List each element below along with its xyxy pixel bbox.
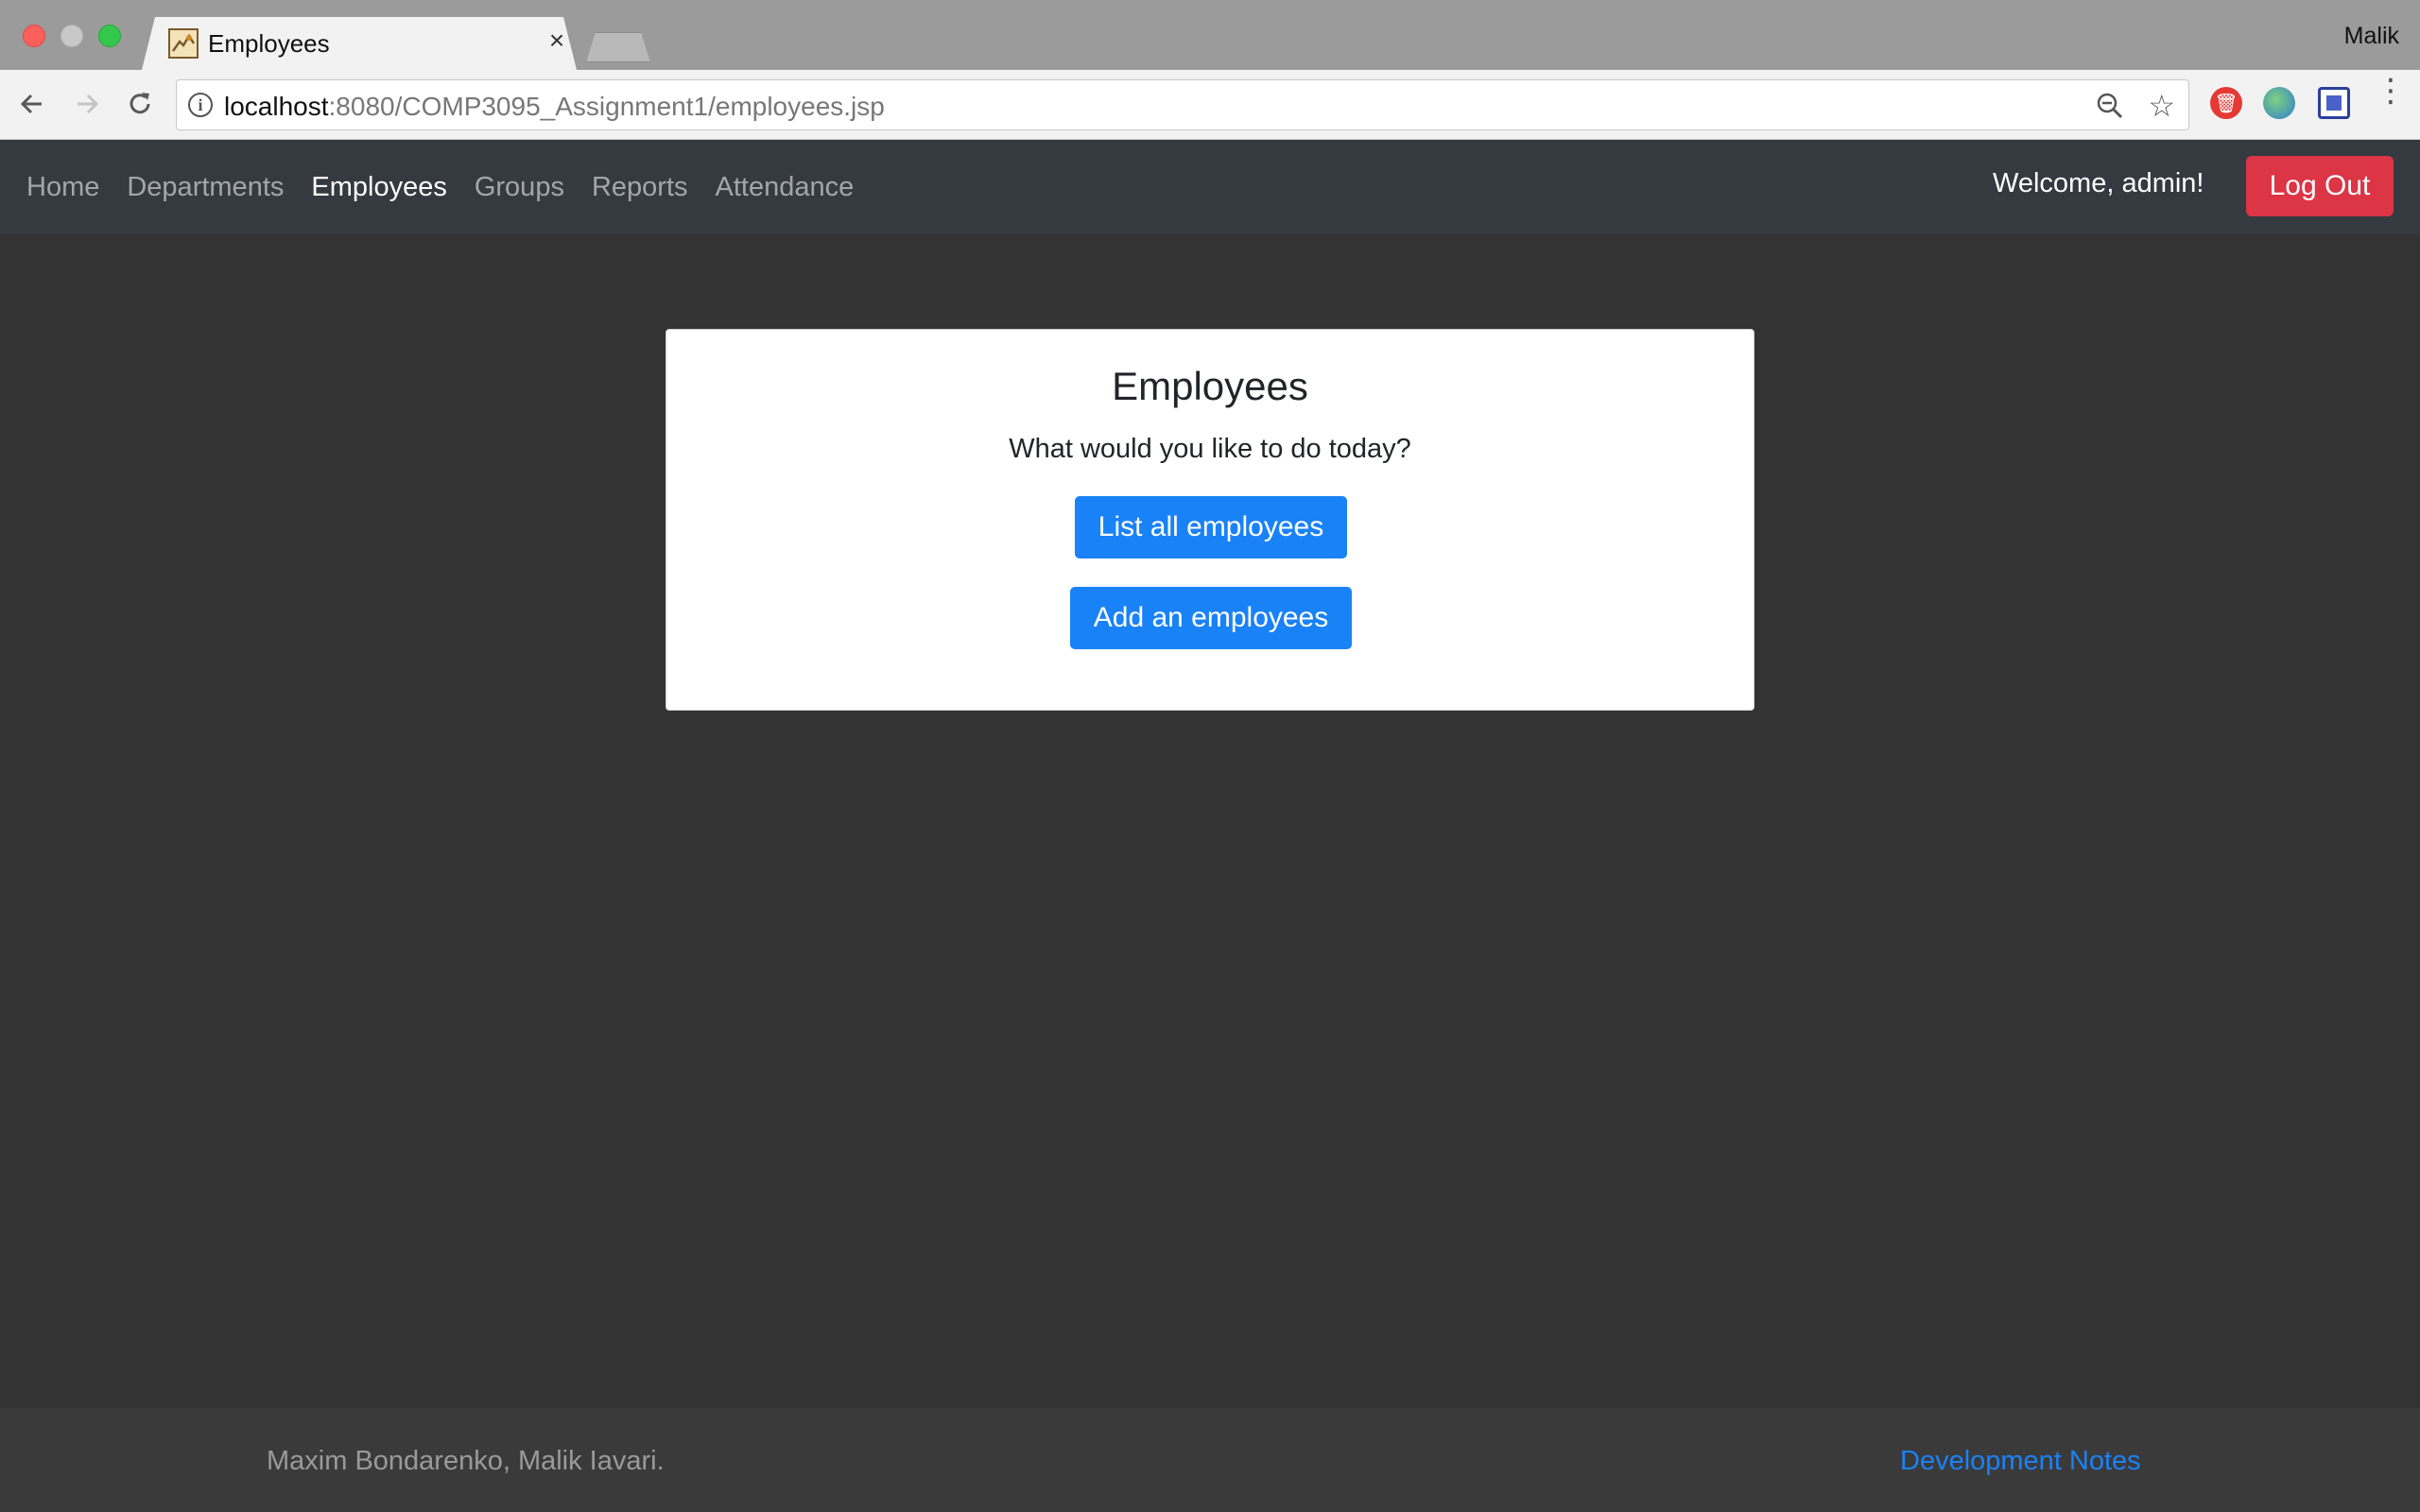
address-bar[interactable]: i localhost:8080/COMP3095_Assignment1/em… xyxy=(176,79,2189,130)
extension-trash-icon[interactable]: 🗑 xyxy=(2210,87,2242,119)
welcome-text: Welcome, admin! xyxy=(1993,168,2204,198)
browser-toolbar: i localhost:8080/COMP3095_Assignment1/em… xyxy=(0,70,2420,140)
footer-credit: Maxim Bondarenko, Malik Iavari. xyxy=(267,1446,665,1476)
list-employees-button[interactable]: List all employees xyxy=(1075,496,1347,558)
star-icon[interactable]: ☆ xyxy=(2148,88,2175,124)
card-subtitle: What would you like to do today? xyxy=(1009,434,1411,464)
browser-tab[interactable]: Employees × xyxy=(142,17,577,70)
reload-icon[interactable] xyxy=(121,85,159,123)
nav-link-departments[interactable]: Departments xyxy=(127,172,284,203)
tab-title: Employees xyxy=(208,29,330,58)
arrow-right-icon[interactable] xyxy=(68,85,106,123)
tomcat-favicon-icon xyxy=(168,28,199,59)
url-host: localhost xyxy=(224,92,329,121)
add-employee-button[interactable]: Add an employees xyxy=(1070,587,1352,649)
minimize-window-button[interactable] xyxy=(60,25,83,47)
nav-link-home[interactable]: Home xyxy=(26,172,99,203)
page-footer: Maxim Bondarenko, Malik Iavari. Developm… xyxy=(0,1408,2420,1512)
info-icon[interactable]: i xyxy=(188,93,213,117)
browser-titlebar: Employees × Malik xyxy=(0,0,2420,70)
nav-link-attendance[interactable]: Attendance xyxy=(716,172,855,203)
development-notes-link[interactable]: Development Notes xyxy=(1900,1446,2141,1477)
tab-close-icon[interactable]: × xyxy=(543,26,571,55)
nav-links: Home Departments Employees Groups Report… xyxy=(26,140,881,234)
extension-globe-icon[interactable] xyxy=(2263,87,2295,119)
close-window-button[interactable] xyxy=(23,25,45,47)
employees-card: Employees What would you like to do toda… xyxy=(666,329,1754,711)
nav-link-reports[interactable]: Reports xyxy=(592,172,688,203)
more-vertical-icon[interactable]: ⋮ xyxy=(2375,75,2407,123)
zoom-out-icon[interactable] xyxy=(2096,92,2124,120)
arrow-left-icon[interactable] xyxy=(13,85,51,123)
nav-link-employees[interactable]: Employees xyxy=(311,172,446,203)
profile-name[interactable]: Malik xyxy=(2344,23,2399,50)
card-title: Employees xyxy=(1112,364,1308,408)
extension-box-icon[interactable] xyxy=(2318,87,2350,119)
url-path: :8080/COMP3095_Assignment1/employees.jsp xyxy=(328,92,885,121)
new-tab-button[interactable] xyxy=(586,32,650,62)
logout-button[interactable]: Log Out xyxy=(2246,156,2394,216)
url-text[interactable]: localhost:8080/COMP3095_Assignment1/empl… xyxy=(224,92,885,122)
maximize-window-button[interactable] xyxy=(98,25,121,47)
app-navbar: Home Departments Employees Groups Report… xyxy=(0,140,2420,234)
nav-link-groups[interactable]: Groups xyxy=(475,172,564,203)
